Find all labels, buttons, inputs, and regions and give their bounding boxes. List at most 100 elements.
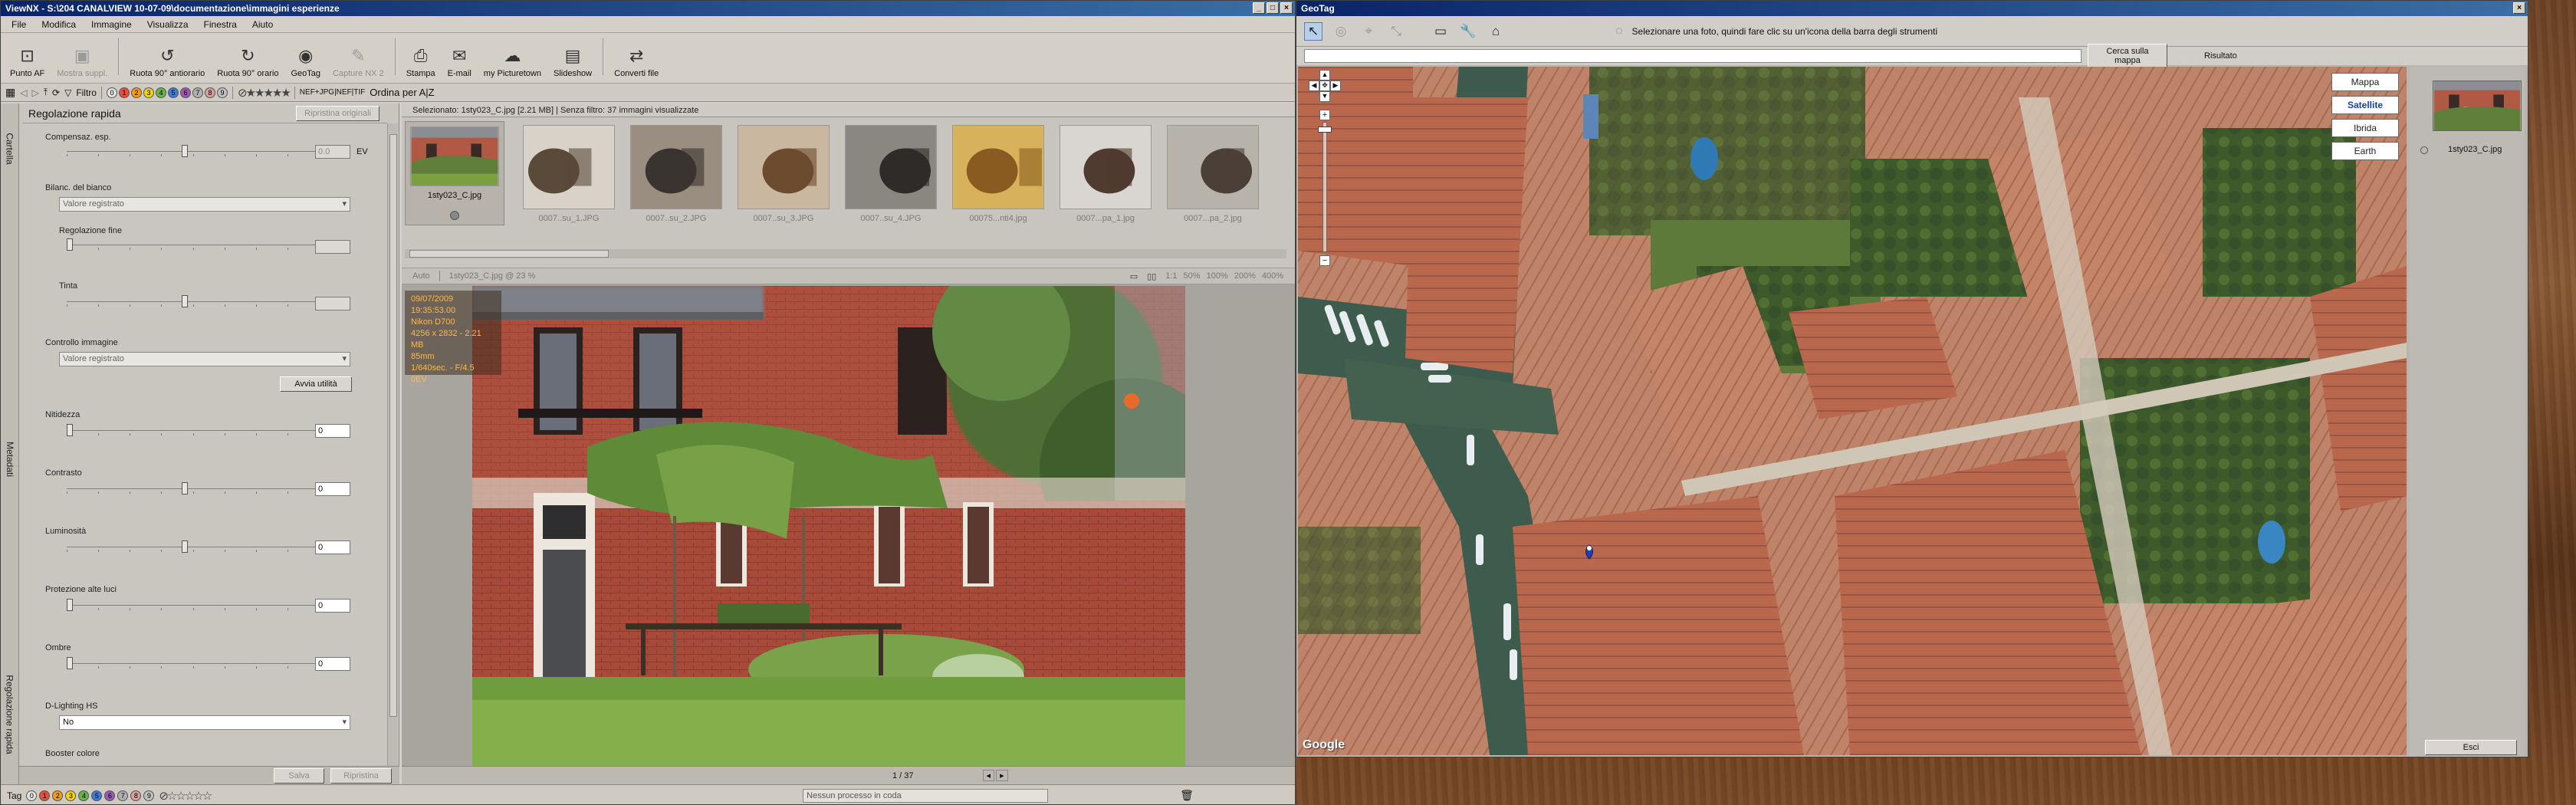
tag-label-dot-1[interactable]: 1 — [39, 790, 51, 801]
fine-slider-thumb[interactable] — [67, 238, 73, 251]
pan-right-icon[interactable]: ▶ — [1330, 80, 1341, 91]
save-button[interactable]: Salva — [274, 767, 324, 784]
sort-dropdown[interactable]: Ordina per A|Z — [370, 87, 434, 98]
thumbnail-2[interactable]: 0007..su_2.JPG — [630, 125, 722, 223]
thumbnail-selected[interactable]: 1sty023_C.jpg — [405, 121, 504, 225]
launch-utility-button[interactable]: Avvia utilità — [280, 376, 352, 392]
contrast-slider-thumb[interactable] — [182, 482, 188, 495]
geotag-titlebar[interactable]: GeoTag × — [1296, 1, 2528, 16]
menu-file[interactable]: File — [5, 18, 32, 31]
zoom-slider[interactable] — [1322, 122, 1327, 252]
map-type-satellite-button[interactable]: Satellite — [2331, 96, 2399, 114]
highlight-slider-thumb[interactable] — [67, 599, 73, 611]
email-button[interactable]: ✉ E-mail — [443, 45, 476, 78]
geotag-button[interactable]: ◉ GeoTag — [287, 45, 326, 78]
single-view-icon[interactable]: ▭ — [1130, 271, 1138, 281]
process-queue[interactable]: Nessun processo in coda — [803, 788, 1049, 803]
thumbnail-4[interactable]: 0007..su_4.JPG — [845, 125, 937, 223]
tag-label-dot-0[interactable]: 0 — [26, 790, 38, 801]
tag-label-dot-5[interactable]: 5 — [91, 790, 103, 801]
close-button[interactable]: × — [1280, 2, 1293, 14]
pan-left-icon[interactable]: ◀ — [1309, 80, 1319, 91]
tag-label-dot-9[interactable]: 9 — [143, 790, 155, 801]
tint-value[interactable] — [315, 297, 350, 310]
exit-button[interactable]: Esci — [2425, 740, 2517, 755]
zoom-slider-thumb[interactable] — [1318, 127, 1332, 133]
satellite-map[interactable]: ▲ ◀ ✥ ▶ ▼ + − Mappa Satellite Ibrida Earth … — [1298, 67, 2407, 755]
filter-label-dot-3[interactable]: 3 — [143, 87, 154, 98]
filter-label-dot-7[interactable]: 7 — [192, 87, 203, 98]
print-button[interactable]: ⎙ Stampa — [402, 45, 440, 78]
sharpness-slider-track[interactable] — [67, 430, 320, 431]
contrast-slider-track[interactable] — [67, 488, 320, 489]
dlighting-select[interactable]: No — [59, 715, 350, 730]
rating-tagger[interactable]: ⊘☆☆☆☆☆ — [159, 789, 212, 803]
thumbnail-6[interactable]: 0007...pa_1.jpg — [1060, 125, 1152, 223]
slideshow-button[interactable]: ▤ Slideshow — [549, 45, 596, 78]
rotate-right-button[interactable]: ↻ Ruota 90° orario — [212, 45, 283, 78]
picture-control-select[interactable]: Valore registrato — [59, 352, 350, 366]
zoom-option-0[interactable]: 1:1 — [1165, 271, 1177, 281]
brightness-slider-thumb[interactable] — [182, 540, 188, 553]
zoom-option-3[interactable]: 200% — [1234, 271, 1256, 281]
maximize-button[interactable]: □ — [1267, 2, 1279, 14]
locate-icon[interactable]: ◎ — [1332, 22, 1350, 41]
format-filter[interactable]: NEF+JPG|NEF|TIF — [300, 88, 365, 97]
filter-label-dot-1[interactable]: 1 — [118, 87, 130, 98]
exposure-value[interactable]: 0.0 — [315, 145, 350, 159]
sharpness-slider-thumb[interactable] — [67, 424, 73, 436]
next-page-icon[interactable]: ▸ — [996, 770, 1008, 781]
minimize-button[interactable]: _ — [1253, 2, 1265, 14]
panel-scrollbar[interactable] — [387, 123, 398, 767]
filter-label-dot-8[interactable]: 8 — [204, 87, 215, 98]
window-frame-icon[interactable]: ▭ — [1431, 22, 1450, 41]
contrast-value[interactable]: 0 — [315, 482, 350, 496]
photo-location-icon[interactable]: ⌖ — [1359, 22, 1378, 41]
tab-cartella[interactable]: Cartella — [1, 114, 19, 183]
tint-slider-thumb[interactable] — [182, 295, 188, 307]
tag-label-dot-6[interactable]: 6 — [104, 790, 116, 801]
strip-scrollbar[interactable] — [405, 249, 1286, 258]
exposure-slider-thumb[interactable] — [182, 145, 188, 157]
shadows-slider-thumb[interactable] — [67, 657, 73, 669]
highlight-slider-track[interactable] — [67, 605, 320, 606]
filter-label-dot-6[interactable]: 6 — [179, 87, 191, 98]
restore-button[interactable]: Ripristina — [330, 767, 392, 784]
shadows-value[interactable]: 0 — [315, 657, 350, 671]
rotate-left-button[interactable]: ↺ Ruota 90° antiorario — [125, 45, 209, 78]
thumbnail-5[interactable]: 00075...nti4.jpg — [952, 125, 1044, 223]
af-point-button[interactable]: ⊡ Punto AF — [5, 45, 49, 78]
pointer-tool-icon[interactable]: ↖ — [1304, 21, 1322, 41]
filter-icon[interactable]: ▽ — [64, 87, 71, 98]
pan-up-icon[interactable]: ▲ — [1319, 70, 1330, 80]
zoom-in-icon[interactable]: + — [1319, 110, 1330, 120]
exposure-slider-track[interactable] — [67, 151, 320, 152]
tag-label-dot-7[interactable]: 7 — [117, 790, 129, 801]
forward-icon[interactable]: ▷ — [31, 87, 38, 98]
tab-regolazione-rapida[interactable]: Regolazione rapida — [1, 649, 19, 780]
filter-label-dot-2[interactable]: 2 — [130, 87, 142, 98]
filter-label-dot-9[interactable]: 9 — [216, 87, 228, 98]
thumbnail-3[interactable]: 0007..su_3.JPG — [738, 125, 830, 223]
tab-metadati[interactable]: Metadati — [1, 421, 19, 498]
viewnx-titlebar[interactable]: ViewNX - S:\204 CANALVIEW 10-07-09\docum… — [1, 1, 1295, 16]
zoom-option-4[interactable]: 400% — [1262, 271, 1283, 281]
convert-file-button[interactable]: ⇄ Converti file — [610, 45, 663, 78]
filter-label-dot-0[interactable]: 0 — [106, 87, 117, 98]
menu-finestra[interactable]: Finestra — [198, 18, 243, 31]
sharpness-value[interactable]: 0 — [315, 424, 350, 438]
menu-visualizza[interactable]: Visualizza — [141, 18, 195, 31]
map-type-mappa-button[interactable]: Mappa — [2331, 73, 2399, 91]
pan-reset-icon[interactable]: ✥ — [1319, 80, 1330, 91]
overlay-button[interactable]: ▣ Mostra suppl. — [52, 45, 112, 78]
clear-location-icon[interactable]: ⤡ — [1387, 22, 1405, 41]
tag-label-dot-2[interactable]: 2 — [52, 790, 64, 801]
reset-originals-button[interactable]: Ripristina originali — [296, 105, 380, 121]
protect-icon[interactable] — [450, 211, 459, 220]
up-folder-icon[interactable]: ⤒ — [44, 87, 48, 98]
refresh-icon[interactable]: ⟳ — [52, 87, 60, 98]
home-icon[interactable]: ⌂ — [1487, 22, 1505, 41]
tint-slider-track[interactable] — [67, 301, 320, 302]
zoom-out-icon[interactable]: − — [1319, 255, 1330, 266]
menu-aiuto[interactable]: Aiuto — [246, 18, 279, 31]
